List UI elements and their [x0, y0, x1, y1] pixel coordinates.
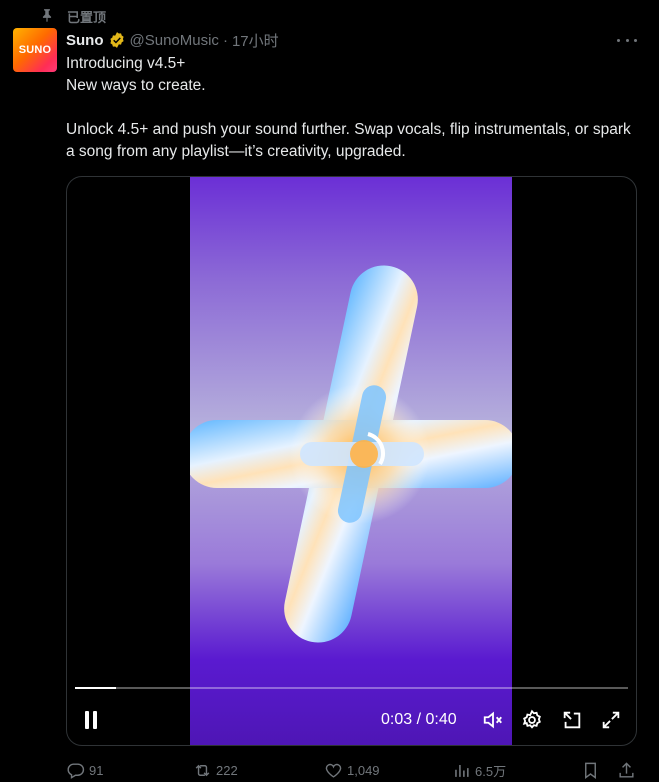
- share-icon: [619, 761, 634, 778]
- video-progress-bar[interactable]: [75, 687, 628, 689]
- repost-count: 222: [216, 762, 238, 778]
- pin-icon: [40, 8, 54, 25]
- like-button[interactable]: 1,049: [324, 760, 380, 780]
- bookmark-button[interactable]: [581, 760, 600, 780]
- pinned-indicator: 已置顶: [40, 6, 106, 26]
- more-options-icon[interactable]: [617, 32, 637, 48]
- reply-icon: [67, 762, 85, 779]
- tweet-actions: 91 222 1,049 6.5万: [66, 760, 636, 782]
- video-player[interactable]: 0:03 / 0:40: [66, 176, 637, 746]
- settings-icon[interactable]: [521, 709, 543, 731]
- verified-badge-icon[interactable]: [108, 31, 126, 49]
- heart-icon: [325, 763, 342, 778]
- tweet-time[interactable]: 17小时: [232, 30, 279, 51]
- mute-icon[interactable]: [482, 709, 504, 731]
- reply-button[interactable]: 91: [66, 760, 103, 780]
- repost-icon: [195, 764, 210, 776]
- video-frame[interactable]: [190, 177, 512, 745]
- bookmark-icon: [585, 762, 596, 779]
- repost-button[interactable]: 222: [193, 760, 238, 780]
- video-progress-fill: [75, 687, 117, 689]
- suno-plus-artwork: [190, 265, 512, 643]
- share-button[interactable]: [617, 760, 636, 780]
- fullscreen-icon[interactable]: [600, 709, 622, 731]
- like-count: 1,049: [347, 762, 380, 778]
- reply-count: 91: [89, 762, 104, 778]
- pinned-label: 已置顶: [67, 9, 107, 25]
- pip-icon[interactable]: [561, 709, 583, 731]
- video-controls: 0:03 / 0:40: [67, 697, 636, 745]
- views-chart-icon: [455, 764, 469, 777]
- separator-dot: ·: [222, 31, 228, 49]
- tweet-header: Suno @SunoMusic · 17小时: [66, 30, 279, 50]
- tweet-paragraph-1: Introducing v4.5+ New ways to create.: [66, 55, 206, 94]
- pause-icon[interactable]: [82, 709, 100, 731]
- tweet-text: Introducing v4.5+ New ways to create. Un…: [66, 53, 641, 163]
- video-time-readout: 0:03 / 0:40: [381, 711, 457, 728]
- views-button[interactable]: 6.5万: [452, 760, 506, 780]
- author-name[interactable]: Suno: [66, 32, 104, 49]
- avatar-text: SUNO: [18, 44, 52, 56]
- views-count: 6.5万: [475, 763, 507, 779]
- author-handle[interactable]: @SunoMusic: [130, 32, 219, 49]
- tweet-paragraph-2: Unlock 4.5+ and push your sound further.…: [66, 121, 631, 160]
- avatar[interactable]: SUNO: [13, 28, 57, 72]
